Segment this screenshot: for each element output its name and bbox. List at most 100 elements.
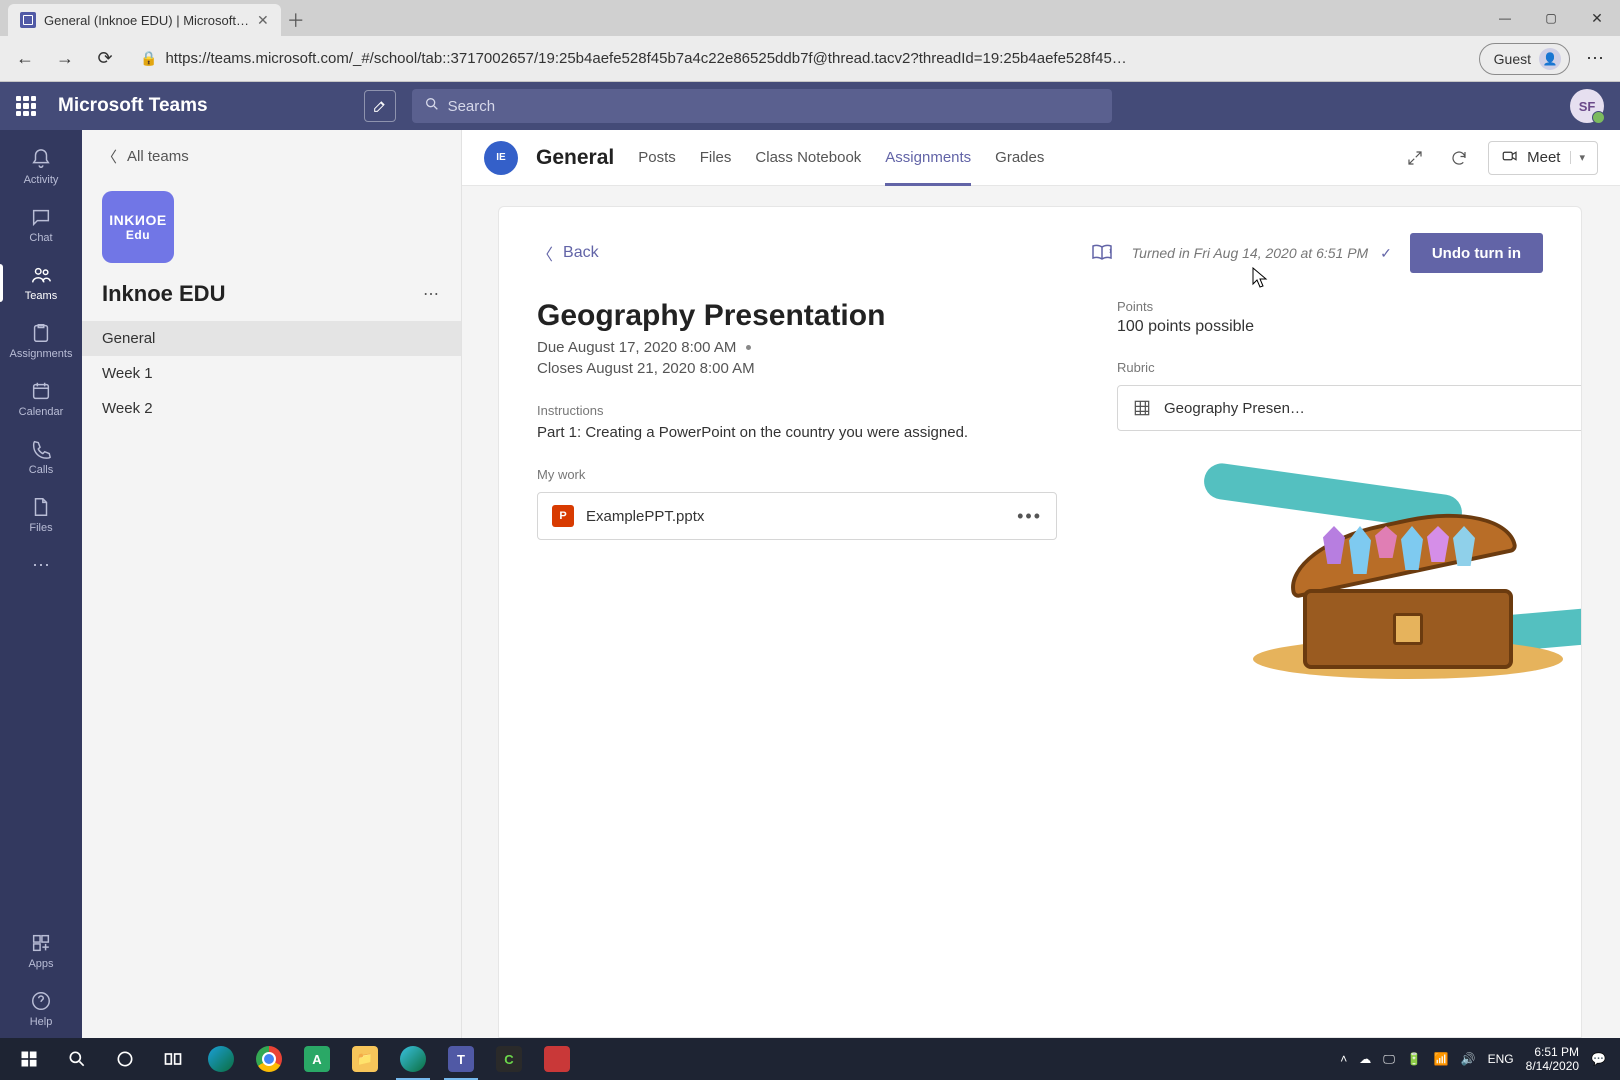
- profile-avatar[interactable]: SF: [1570, 89, 1604, 123]
- file-more-button[interactable]: •••: [1017, 506, 1042, 527]
- apps-icon: [30, 932, 52, 954]
- file-name: ExamplePPT.pptx: [586, 508, 1005, 525]
- windows-taskbar: A 📁 T C ˄ ☁ 🖵 🔋 📶 🔊 ENG 6:51 PM 8/14/202…: [0, 1038, 1620, 1080]
- instructions-text: Part 1: Creating a PowerPoint on the cou…: [537, 424, 1057, 441]
- nav-refresh-button[interactable]: ⟳: [90, 44, 120, 74]
- maximize-button[interactable]: ▢: [1528, 0, 1574, 36]
- taskbar-clock[interactable]: 6:51 PM 8/14/2020: [1526, 1045, 1579, 1074]
- nav-back-button[interactable]: ←: [10, 44, 40, 74]
- rail-activity[interactable]: Activity: [0, 138, 82, 196]
- bell-icon: [30, 148, 52, 170]
- channel-week2[interactable]: Week 2: [82, 391, 461, 426]
- taskbar-app-camtasia[interactable]: C: [486, 1038, 532, 1080]
- due-date: Due August 17, 2020 8:00 AM: [537, 339, 736, 356]
- instructions-label: Instructions: [537, 403, 1057, 418]
- address-bar[interactable]: 🔒 https://teams.microsoft.com/_#/school/…: [130, 43, 1469, 75]
- rail-calls[interactable]: Calls: [0, 428, 82, 486]
- taskbar-app-explorer[interactable]: 📁: [342, 1038, 388, 1080]
- team-more-button[interactable]: ⋯: [423, 284, 441, 304]
- meet-button[interactable]: Meet ▾: [1488, 141, 1598, 175]
- tray-overflow-icon[interactable]: ˄: [1340, 1052, 1347, 1066]
- taskbar-app-rec[interactable]: [534, 1038, 580, 1080]
- expand-tab-button[interactable]: [1400, 143, 1430, 173]
- browser-tab-strip: General (Inknoe EDU) | Microsoft… ✕ ＋ ― …: [0, 0, 1620, 36]
- compose-button[interactable]: [364, 90, 396, 122]
- tray-volume-icon[interactable]: 🔊: [1461, 1052, 1476, 1066]
- main-content: IE General Posts Files Class Notebook As…: [462, 130, 1620, 1038]
- rail-assignments[interactable]: Assignments: [0, 312, 82, 370]
- points-label: Points: [1117, 299, 1582, 314]
- taskbar-app-chrome[interactable]: [246, 1038, 292, 1080]
- browser-tab[interactable]: General (Inknoe EDU) | Microsoft… ✕: [8, 4, 281, 36]
- tab-assignments[interactable]: Assignments: [885, 130, 971, 186]
- action-center-icon[interactable]: 💬: [1591, 1052, 1606, 1066]
- mywork-label: My work: [537, 467, 1057, 482]
- rail-apps[interactable]: Apps: [0, 922, 82, 980]
- new-tab-button[interactable]: ＋: [281, 4, 311, 36]
- tab-class-notebook[interactable]: Class Notebook: [755, 130, 861, 186]
- assignments-icon: [30, 322, 52, 344]
- taskbar-app-edge[interactable]: [198, 1038, 244, 1080]
- url-text: https://teams.microsoft.com/_#/school/ta…: [165, 50, 1126, 67]
- chevron-down-icon[interactable]: ▾: [1570, 151, 1585, 164]
- mywork-file[interactable]: ExamplePPT.pptx •••: [537, 492, 1057, 540]
- chat-icon: [30, 206, 52, 228]
- close-window-button[interactable]: ✕: [1574, 0, 1620, 36]
- rail-teams[interactable]: Teams: [0, 254, 82, 312]
- guest-label: Guest: [1494, 51, 1531, 67]
- tray-display-icon[interactable]: 🖵: [1383, 1052, 1395, 1067]
- search-box[interactable]: [412, 89, 1112, 123]
- rail-more[interactable]: ⋯: [0, 544, 82, 586]
- all-teams-link[interactable]: 〈 All teams: [82, 130, 461, 183]
- back-button[interactable]: 〈 Back: [537, 241, 599, 265]
- taskbar-search-button[interactable]: [54, 1038, 100, 1080]
- grid-icon: [1132, 398, 1152, 418]
- minimize-button[interactable]: ―: [1482, 0, 1528, 36]
- channel-general[interactable]: General: [82, 321, 461, 356]
- profile-button[interactable]: Guest 👤: [1479, 43, 1570, 75]
- app-title: Microsoft Teams: [58, 95, 208, 117]
- cortana-button[interactable]: [102, 1038, 148, 1080]
- tray-battery-icon[interactable]: 🔋: [1407, 1052, 1422, 1066]
- assignment-title: Geography Presentation: [537, 299, 1057, 333]
- calendar-icon: [30, 380, 52, 402]
- nav-forward-button[interactable]: →: [50, 44, 80, 74]
- undo-turn-in-button[interactable]: Undo turn in: [1410, 233, 1543, 273]
- tab-files[interactable]: Files: [700, 130, 732, 186]
- tray-ime-icon[interactable]: ENG: [1488, 1052, 1514, 1066]
- close-tab-icon[interactable]: ✕: [257, 12, 269, 29]
- immersive-reader-button[interactable]: [1090, 240, 1114, 267]
- tray-onedrive-icon[interactable]: ☁: [1359, 1052, 1371, 1066]
- taskbar-app-generic1[interactable]: A: [294, 1038, 340, 1080]
- chevron-left-icon: 〈: [537, 241, 553, 265]
- rubric-link[interactable]: Geography Presen…: [1117, 385, 1582, 431]
- rubric-label: Rubric: [1117, 360, 1582, 375]
- tab-grades[interactable]: Grades: [995, 130, 1044, 186]
- channel-week1[interactable]: Week 1: [82, 356, 461, 391]
- taskbar-app-edge2[interactable]: [390, 1038, 436, 1080]
- rail-help[interactable]: Help: [0, 980, 82, 1038]
- start-button[interactable]: [6, 1038, 52, 1080]
- tray-wifi-icon[interactable]: 📶: [1434, 1052, 1449, 1066]
- search-input[interactable]: [448, 98, 1100, 115]
- separator-dot: [746, 345, 751, 350]
- app-launcher-icon[interactable]: [16, 96, 36, 116]
- chevron-left-icon: 〈: [102, 146, 117, 167]
- check-icon: ✓: [1380, 245, 1392, 261]
- channel-title: General: [536, 146, 614, 170]
- teams-header: Microsoft Teams SF: [0, 82, 1620, 130]
- browser-toolbar: ← → ⟳ 🔒 https://teams.microsoft.com/_#/s…: [0, 36, 1620, 82]
- team-name: Inknoe EDU: [102, 281, 225, 307]
- tab-posts[interactable]: Posts: [638, 130, 676, 186]
- taskbar-app-teams[interactable]: T: [438, 1038, 484, 1080]
- task-view-button[interactable]: [150, 1038, 196, 1080]
- reload-tab-button[interactable]: [1444, 143, 1474, 173]
- channel-avatar: IE: [484, 141, 518, 175]
- rail-chat[interactable]: Chat: [0, 196, 82, 254]
- guest-avatar-icon: 👤: [1539, 48, 1561, 70]
- calls-icon: [30, 438, 52, 460]
- browser-menu-button[interactable]: ⋯: [1580, 48, 1610, 69]
- team-avatar[interactable]: INKИOE Edu: [102, 191, 174, 263]
- rail-files[interactable]: Files: [0, 486, 82, 544]
- rail-calendar[interactable]: Calendar: [0, 370, 82, 428]
